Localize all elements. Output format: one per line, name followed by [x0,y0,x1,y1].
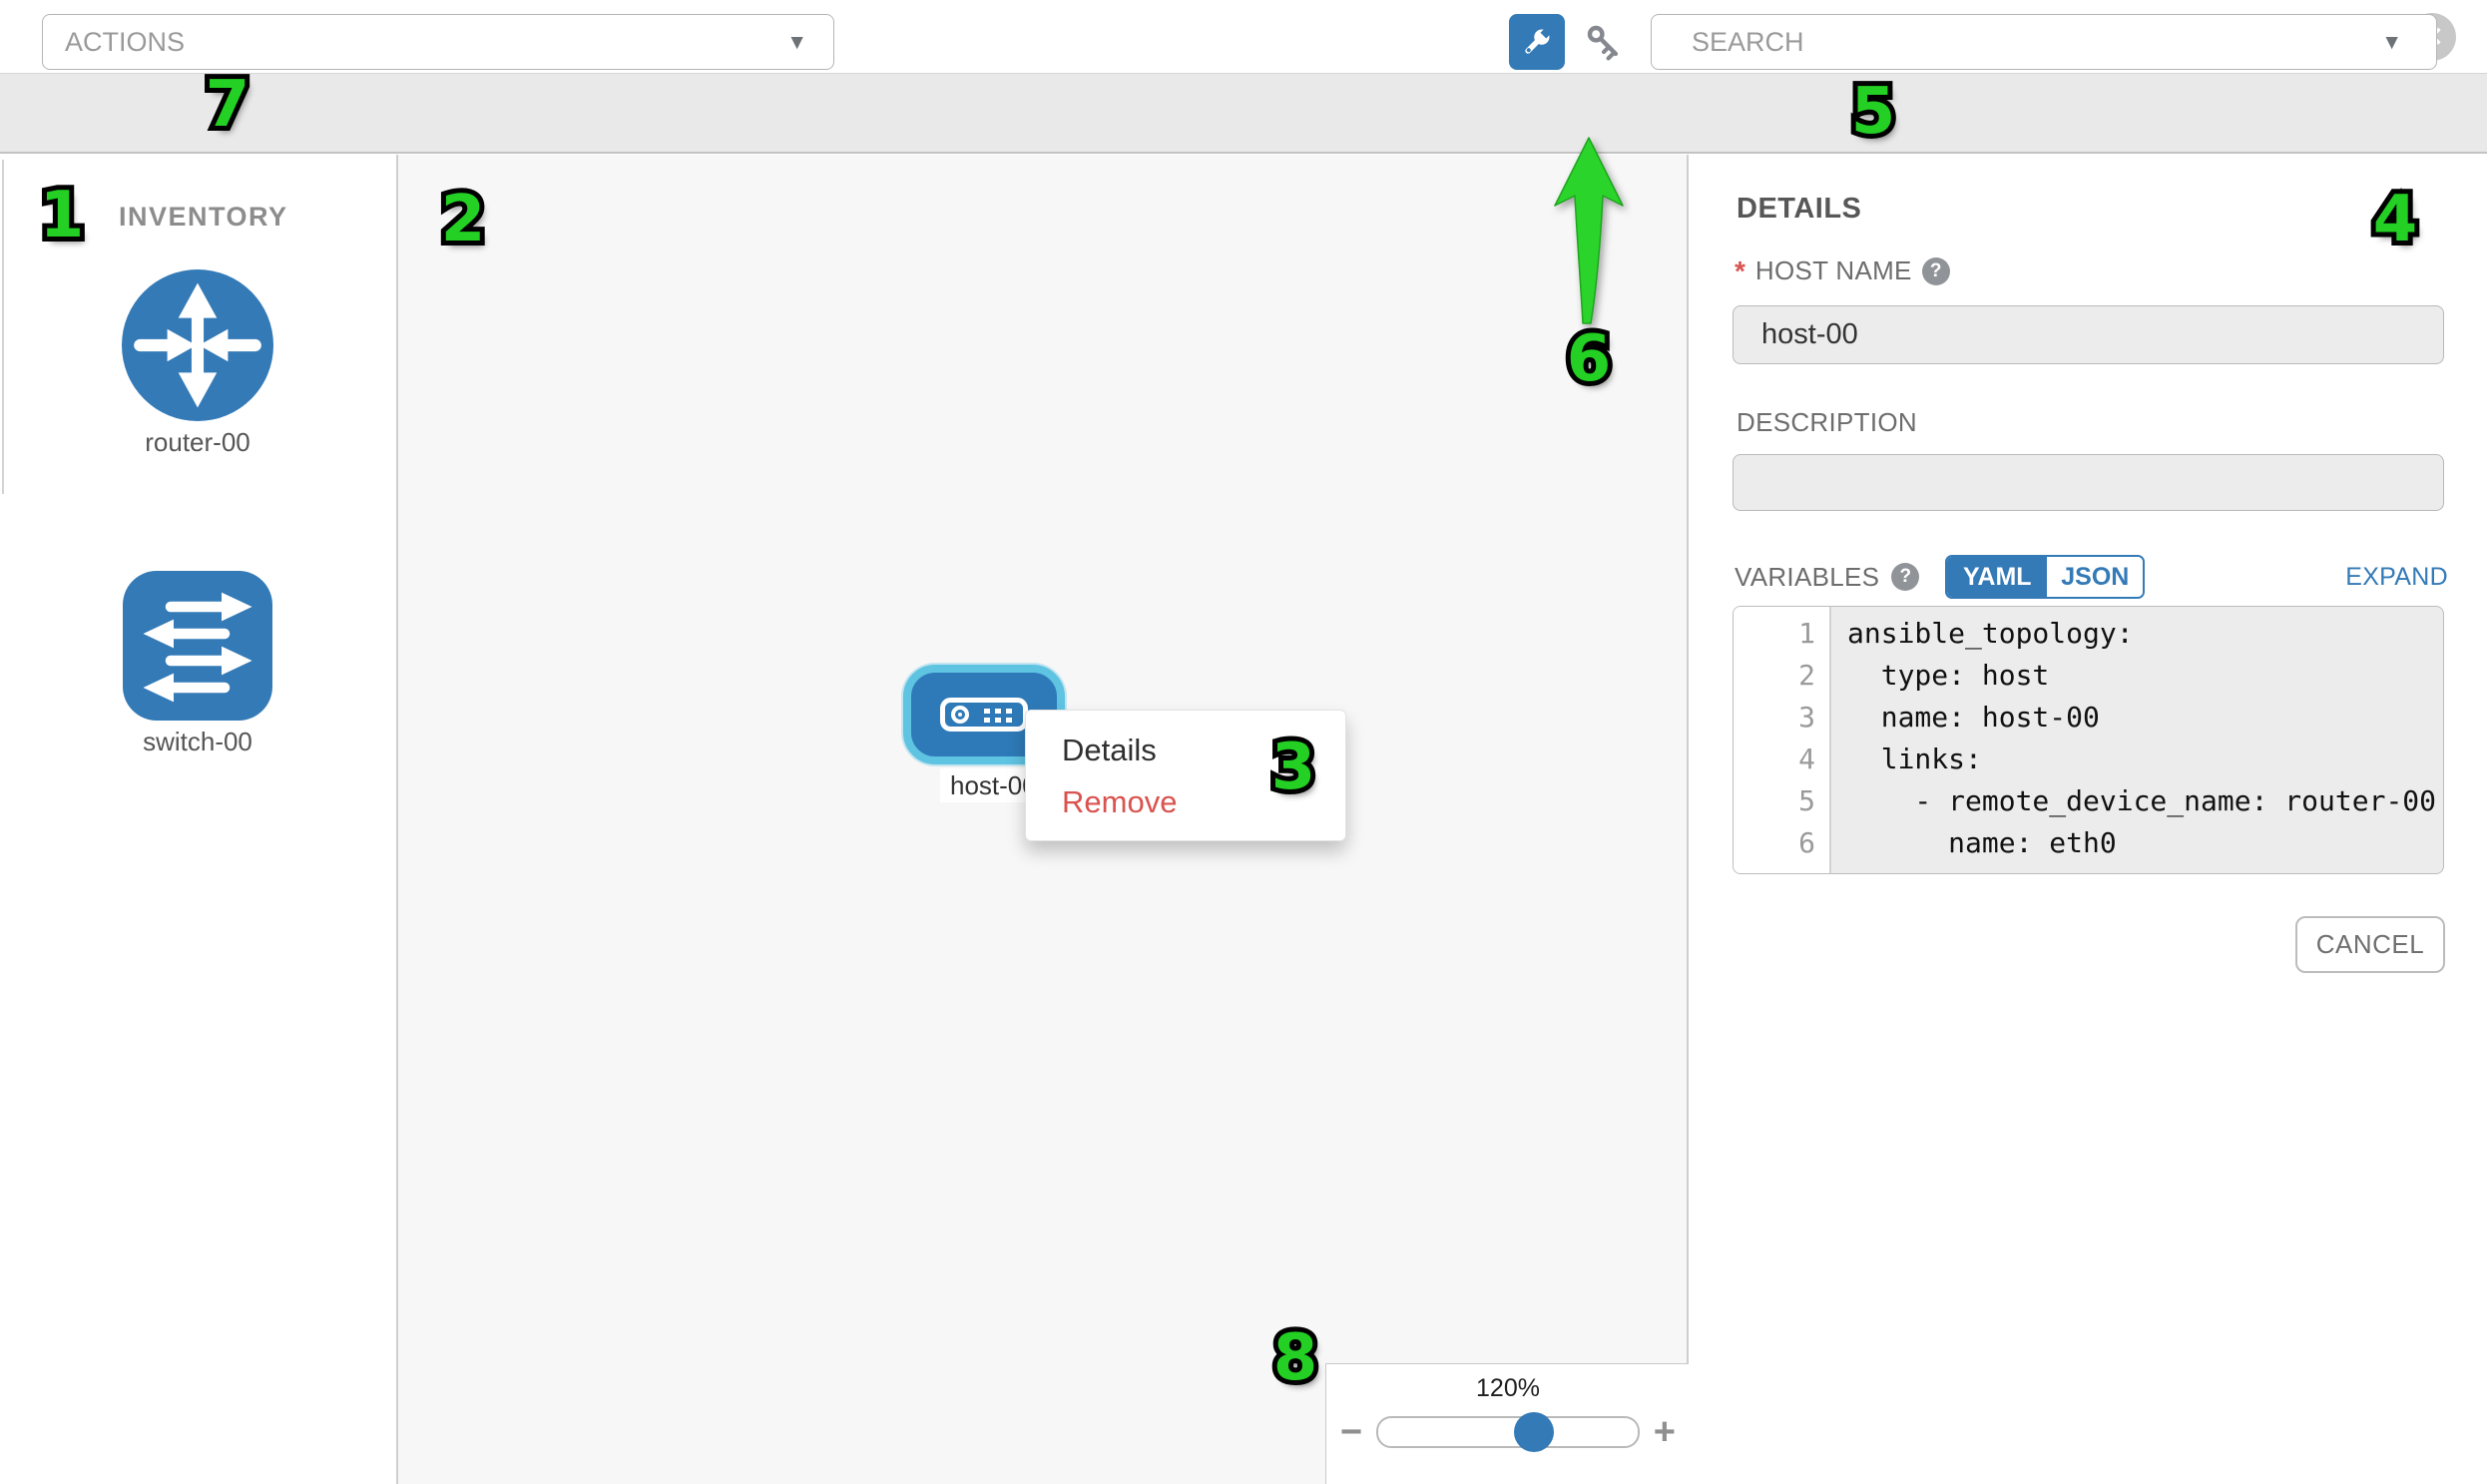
host-name-label-row: * HOST NAME ? [1735,255,1950,286]
help-icon[interactable]: ? [1922,257,1950,285]
chevron-down-icon: ▼ [786,32,807,53]
description-label: DESCRIPTION [1737,407,1917,438]
zoom-control-panel: 120% − + [1325,1363,1689,1484]
toolbar [0,73,2487,154]
help-icon[interactable]: ? [1891,563,1919,591]
app-window: INVENTORIES | 00-networking-inventory ✕ … [0,0,2487,1484]
search-dropdown-label: SEARCH [1692,27,1804,58]
required-asterisk: * [1735,257,1745,285]
zoom-level-value: 120% [1326,1374,1690,1403]
host-name-field[interactable]: host-00 [1733,305,2444,364]
variables-row: VARIABLES ? YAML JSON EXPAND [1735,555,2448,599]
search-dropdown[interactable]: SEARCH ▼ [1651,14,2437,70]
toolbar-key-button[interactable] [1573,15,1635,69]
context-menu: Details Remove [1025,710,1346,841]
description-label-row: DESCRIPTION [1737,407,1917,438]
code-line: 7 remote_interface_name: eth0 [1734,864,2443,874]
sidebar-device-switch[interactable] [123,571,272,721]
details-panel-title: DETAILS [1737,193,1861,226]
toolbar-wrench-button[interactable] [1509,14,1565,70]
host-icon [940,698,1028,732]
wrench-icon [1519,24,1555,60]
host-name-label: HOST NAME [1755,255,1912,286]
variables-code-editor[interactable]: 1ansible_topology: 2 type: host 3 name: … [1733,606,2444,874]
code-line: 4 links: [1734,739,2443,780]
expand-link[interactable]: EXPAND [2345,563,2448,592]
yaml-toggle-button[interactable]: YAML [1947,557,2047,597]
actions-dropdown-label: ACTIONS [65,27,185,58]
code-line: 2 type: host [1734,655,2443,697]
context-menu-item-details[interactable]: Details [1026,725,1345,776]
json-toggle-button[interactable]: JSON [2047,557,2143,597]
editor-rows: 1ansible_topology: 2 type: host 3 name: … [1734,613,2443,874]
code-line: 6 name: eth0 [1734,822,2443,864]
sidebar-device-router[interactable] [122,269,273,421]
chevron-down-icon: ▼ [2381,32,2402,53]
code-line: 5 - remote_device_name: router-00 [1734,780,2443,822]
key-icon [1582,20,1626,64]
context-menu-item-remove[interactable]: Remove [1026,776,1345,828]
variables-format-toggle: YAML JSON [1945,555,2145,599]
variables-label: VARIABLES [1735,562,1879,593]
zoom-slider-row: − + [1326,1408,1690,1456]
device-label: switch-00 [68,727,327,757]
switch-icon [123,571,272,721]
sidebar-scrollbar[interactable] [2,160,4,494]
description-field[interactable] [1733,454,2444,511]
zoom-slider-track[interactable] [1376,1416,1640,1448]
zoom-out-button[interactable]: − [1340,1413,1362,1451]
router-icon [122,269,273,421]
inventory-header: INVENTORY [119,202,288,233]
host-name-value: host-00 [1761,318,1858,351]
zoom-in-button[interactable]: + [1654,1413,1676,1451]
device-label: router-00 [68,427,327,458]
zoom-slider-thumb[interactable] [1514,1412,1554,1452]
actions-dropdown[interactable]: ACTIONS ▼ [42,14,834,70]
code-line: 3 name: host-00 [1734,697,2443,739]
cancel-button[interactable]: CANCEL [2295,916,2445,973]
code-line: 1ansible_topology: [1734,613,2443,655]
